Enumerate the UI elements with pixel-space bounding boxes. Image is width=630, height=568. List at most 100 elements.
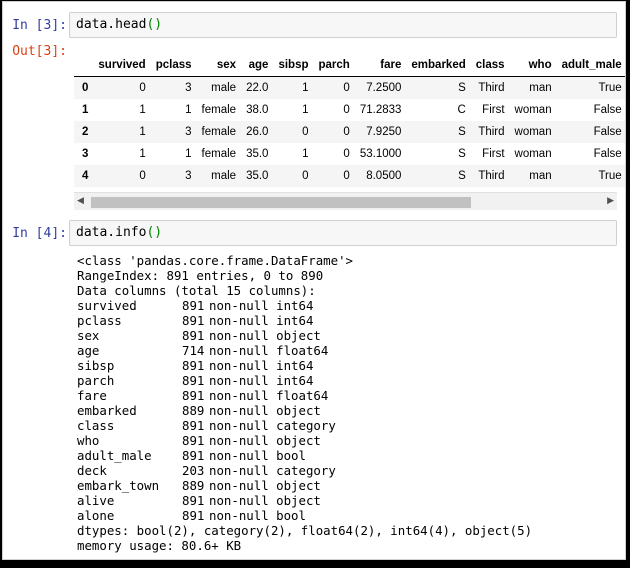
- table-cell: 0: [343, 148, 350, 160]
- table-cell: female: [201, 126, 237, 138]
- horizontal-scrollbar[interactable]: ◀ ▶: [74, 192, 617, 210]
- table-cell: 0: [302, 126, 309, 138]
- table-cell: S: [458, 82, 466, 94]
- row-index: 3: [82, 148, 89, 160]
- info-column-line: embarked 889 non-null object: [77, 403, 532, 418]
- table-cell: 0: [139, 82, 146, 94]
- info-column-name: class: [77, 418, 115, 433]
- table-cell: First: [482, 148, 505, 160]
- table-cell: male: [211, 170, 237, 182]
- table-cell: First: [482, 104, 505, 116]
- info-column-line: sex 891 non-null object: [77, 328, 532, 343]
- table-cell: 0: [343, 104, 350, 116]
- table-cell: 53.1000: [359, 148, 402, 160]
- column-header: sex: [196, 54, 242, 77]
- table-cell: S: [458, 170, 466, 182]
- column-header: embarked: [406, 54, 471, 77]
- table-cell: man: [529, 82, 552, 94]
- cell-4-input-prompt: In [4]:: [12, 226, 67, 241]
- info-column-dtype: non-null int64: [209, 373, 314, 388]
- info-column-line: who 891 non-null object: [77, 433, 532, 448]
- column-header: who: [509, 54, 557, 77]
- info-column-count: 891: [182, 433, 205, 448]
- notebook-frame: In [3]: data.head() Out[3]: survived pcla…: [2, 1, 626, 560]
- info-column-dtype: non-null float64: [209, 343, 329, 358]
- info-column-count: 891: [182, 313, 205, 328]
- table-cell: 38.0: [246, 104, 269, 116]
- table-cell: 1: [185, 104, 192, 116]
- info-column-dtype: non-null object: [209, 403, 321, 418]
- row-index: 4: [82, 170, 89, 182]
- table-cell: 0: [139, 170, 146, 182]
- cell-4-code-parens: (): [146, 225, 163, 240]
- table-cell: 3: [185, 170, 192, 182]
- info-column-count: 891: [182, 328, 205, 343]
- table-cell: 35.0: [246, 170, 269, 182]
- info-column-name: age: [77, 343, 100, 358]
- row-index: 2: [82, 126, 89, 138]
- info-column-dtype: non-null object: [209, 478, 321, 493]
- table-cell: male: [211, 82, 237, 94]
- scroll-left-icon[interactable]: ◀: [77, 196, 84, 206]
- info-column-line: alone 891 non-null bool: [77, 508, 532, 523]
- table-cell: woman: [514, 126, 552, 138]
- info-column-line: sibsp 891 non-null int64: [77, 358, 532, 373]
- info-column-line: age 714 non-null float64: [77, 343, 532, 358]
- scroll-right-icon[interactable]: ▶: [607, 196, 614, 206]
- info-column-dtype: non-null object: [209, 328, 321, 343]
- table-row: 0 0 3 male 22.0 1 0 7.2500 S Third man True: [74, 76, 625, 99]
- info-column-line: fare 891 non-null float64: [77, 388, 532, 403]
- column-header: sibsp: [273, 54, 314, 77]
- info-column-dtype: non-null bool: [209, 448, 306, 463]
- table-cell: 1: [139, 148, 146, 160]
- info-column-dtype: non-null bool: [209, 508, 306, 523]
- info-column-dtype: non-null object: [209, 493, 321, 508]
- info-header-line: Data columns (total 15 columns):: [77, 283, 316, 298]
- table-cell: True: [598, 82, 622, 94]
- cell-4-code-text: data.info: [76, 225, 147, 240]
- info-footer-line: dtypes: bool(2), category(2), float64(2)…: [77, 523, 533, 538]
- table-cell: False: [593, 126, 622, 138]
- table-cell: 0: [302, 170, 309, 182]
- column-header: parch: [313, 54, 355, 77]
- cell-3-code-input[interactable]: data.head(): [69, 12, 617, 38]
- table-cell: 1: [185, 148, 192, 160]
- info-column-name: parch: [77, 373, 115, 388]
- table-cell: S: [458, 148, 466, 160]
- info-column-name: alive: [77, 493, 115, 508]
- table-cell: 71.2833: [359, 104, 402, 116]
- table-cell: 1: [302, 148, 309, 160]
- table-cell: 8.0500: [366, 170, 402, 182]
- table-cell: 1: [139, 126, 146, 138]
- info-column-line: class 891 non-null category: [77, 418, 532, 433]
- info-column-count: 889: [182, 403, 205, 418]
- table-cell: 22.0: [246, 82, 269, 94]
- info-column-dtype: non-null int64: [209, 358, 314, 373]
- info-column-name: sibsp: [77, 358, 115, 373]
- info-column-line: survived 891 non-null int64: [77, 298, 532, 313]
- cell-4-code-input[interactable]: data.info(): [69, 220, 617, 246]
- table-cell: 0: [343, 82, 350, 94]
- info-header-line: <class 'pandas.core.frame.DataFrame'>: [77, 253, 354, 268]
- info-column-name: embarked: [77, 403, 137, 418]
- table-cell: female: [201, 148, 237, 160]
- info-column-count: 891: [182, 358, 205, 373]
- table-cell: False: [593, 148, 622, 160]
- info-column-count: 891: [182, 373, 205, 388]
- info-column-count: 891: [182, 493, 205, 508]
- info-footer-line: memory usage: 80.6+ KB: [77, 538, 242, 553]
- table-cell: 3: [185, 126, 192, 138]
- scrollbar-thumb[interactable]: [91, 197, 471, 208]
- info-column-name: deck: [77, 463, 107, 478]
- info-column-line: alive 891 non-null object: [77, 493, 532, 508]
- table-cell: female: [201, 104, 237, 116]
- table-cell: 35.0: [246, 148, 269, 160]
- table-cell: woman: [514, 148, 552, 160]
- column-header: fare: [354, 54, 407, 77]
- info-column-line: embark_town 889 non-null object: [77, 478, 532, 493]
- column-header: pclass: [150, 54, 197, 77]
- table-row: 1 1 1 female 38.0 1 0 71.2833 C First woman False: [74, 99, 625, 121]
- row-index: 0: [82, 82, 89, 94]
- column-header: adult_male: [556, 54, 625, 77]
- info-column-count: 714: [182, 343, 205, 358]
